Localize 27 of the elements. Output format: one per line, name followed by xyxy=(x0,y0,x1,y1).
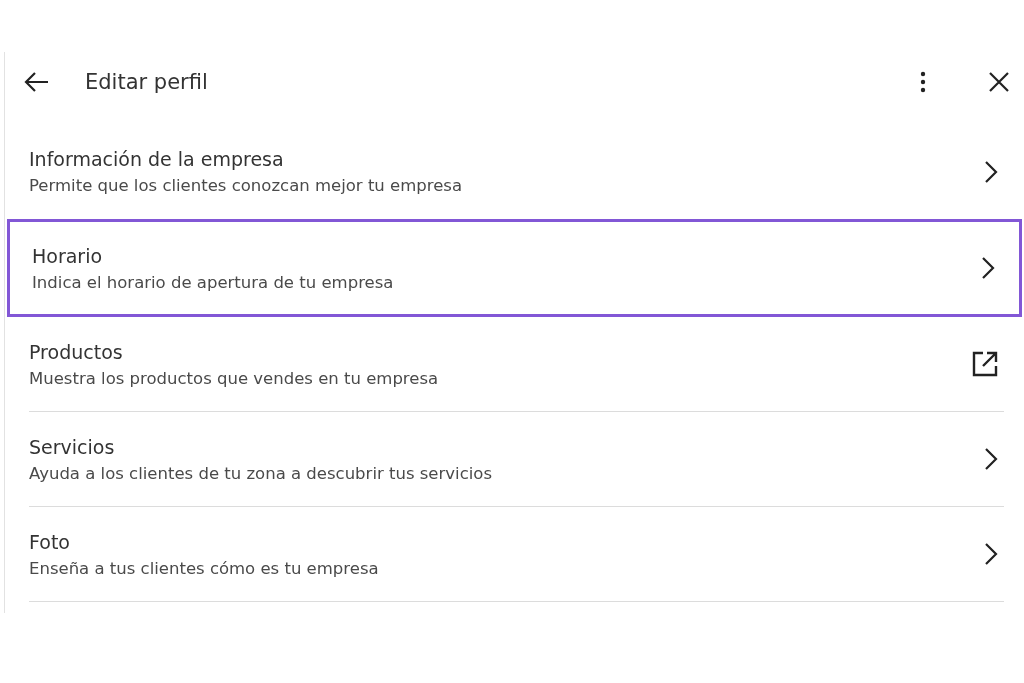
more-options-button[interactable] xyxy=(920,71,926,93)
item-title: Horario xyxy=(32,244,104,267)
item-title: Foto xyxy=(29,530,71,553)
close-icon xyxy=(988,71,1010,93)
item-description: Permite que los clientes conozcan mejor tu empresa xyxy=(29,176,464,195)
close-button[interactable] xyxy=(988,71,1010,93)
item-title: Servicios xyxy=(29,435,116,458)
chevron-right-icon xyxy=(984,542,998,566)
item-description: Ayuda a los clientes de tu zona a descubrir tus servicios xyxy=(29,463,493,483)
screen-title: Editar perfil xyxy=(85,70,209,94)
menu-item[interactable]: Productos Muestra los productos que vendes en tu empresa xyxy=(29,317,1004,412)
item-title: Productos xyxy=(29,340,124,363)
more-vertical-icon xyxy=(920,71,926,93)
chevron-right-icon xyxy=(981,256,995,280)
item-description: Enseña a tus clientes cómo es tu empresa xyxy=(29,558,380,578)
chevron-right-icon xyxy=(984,159,998,184)
menu-item[interactable]: Servicios Ayuda a los clientes de tu zona a descubrir tus servicios xyxy=(29,412,1004,507)
back-button[interactable] xyxy=(23,71,49,93)
external-link-icon xyxy=(972,351,998,377)
menu-item[interactable]: Información de la empresa Permite que los clientes conozcan mejor tu empresa xyxy=(29,124,1004,219)
item-title: Información de la empresa xyxy=(29,148,285,170)
chevron-right-icon xyxy=(984,447,998,471)
menu-item[interactable]: Foto Enseña a tus clientes cómo es tu empresa xyxy=(29,507,1004,602)
item-description: Muestra los productos que vendes en tu empresa xyxy=(29,368,440,388)
menu-item[interactable]: Horario Indica el horario de apertura de tu empresa xyxy=(7,219,1022,317)
arrow-left-icon xyxy=(23,71,49,93)
item-description: Indica el horario de apertura de tu empresa xyxy=(32,272,395,292)
